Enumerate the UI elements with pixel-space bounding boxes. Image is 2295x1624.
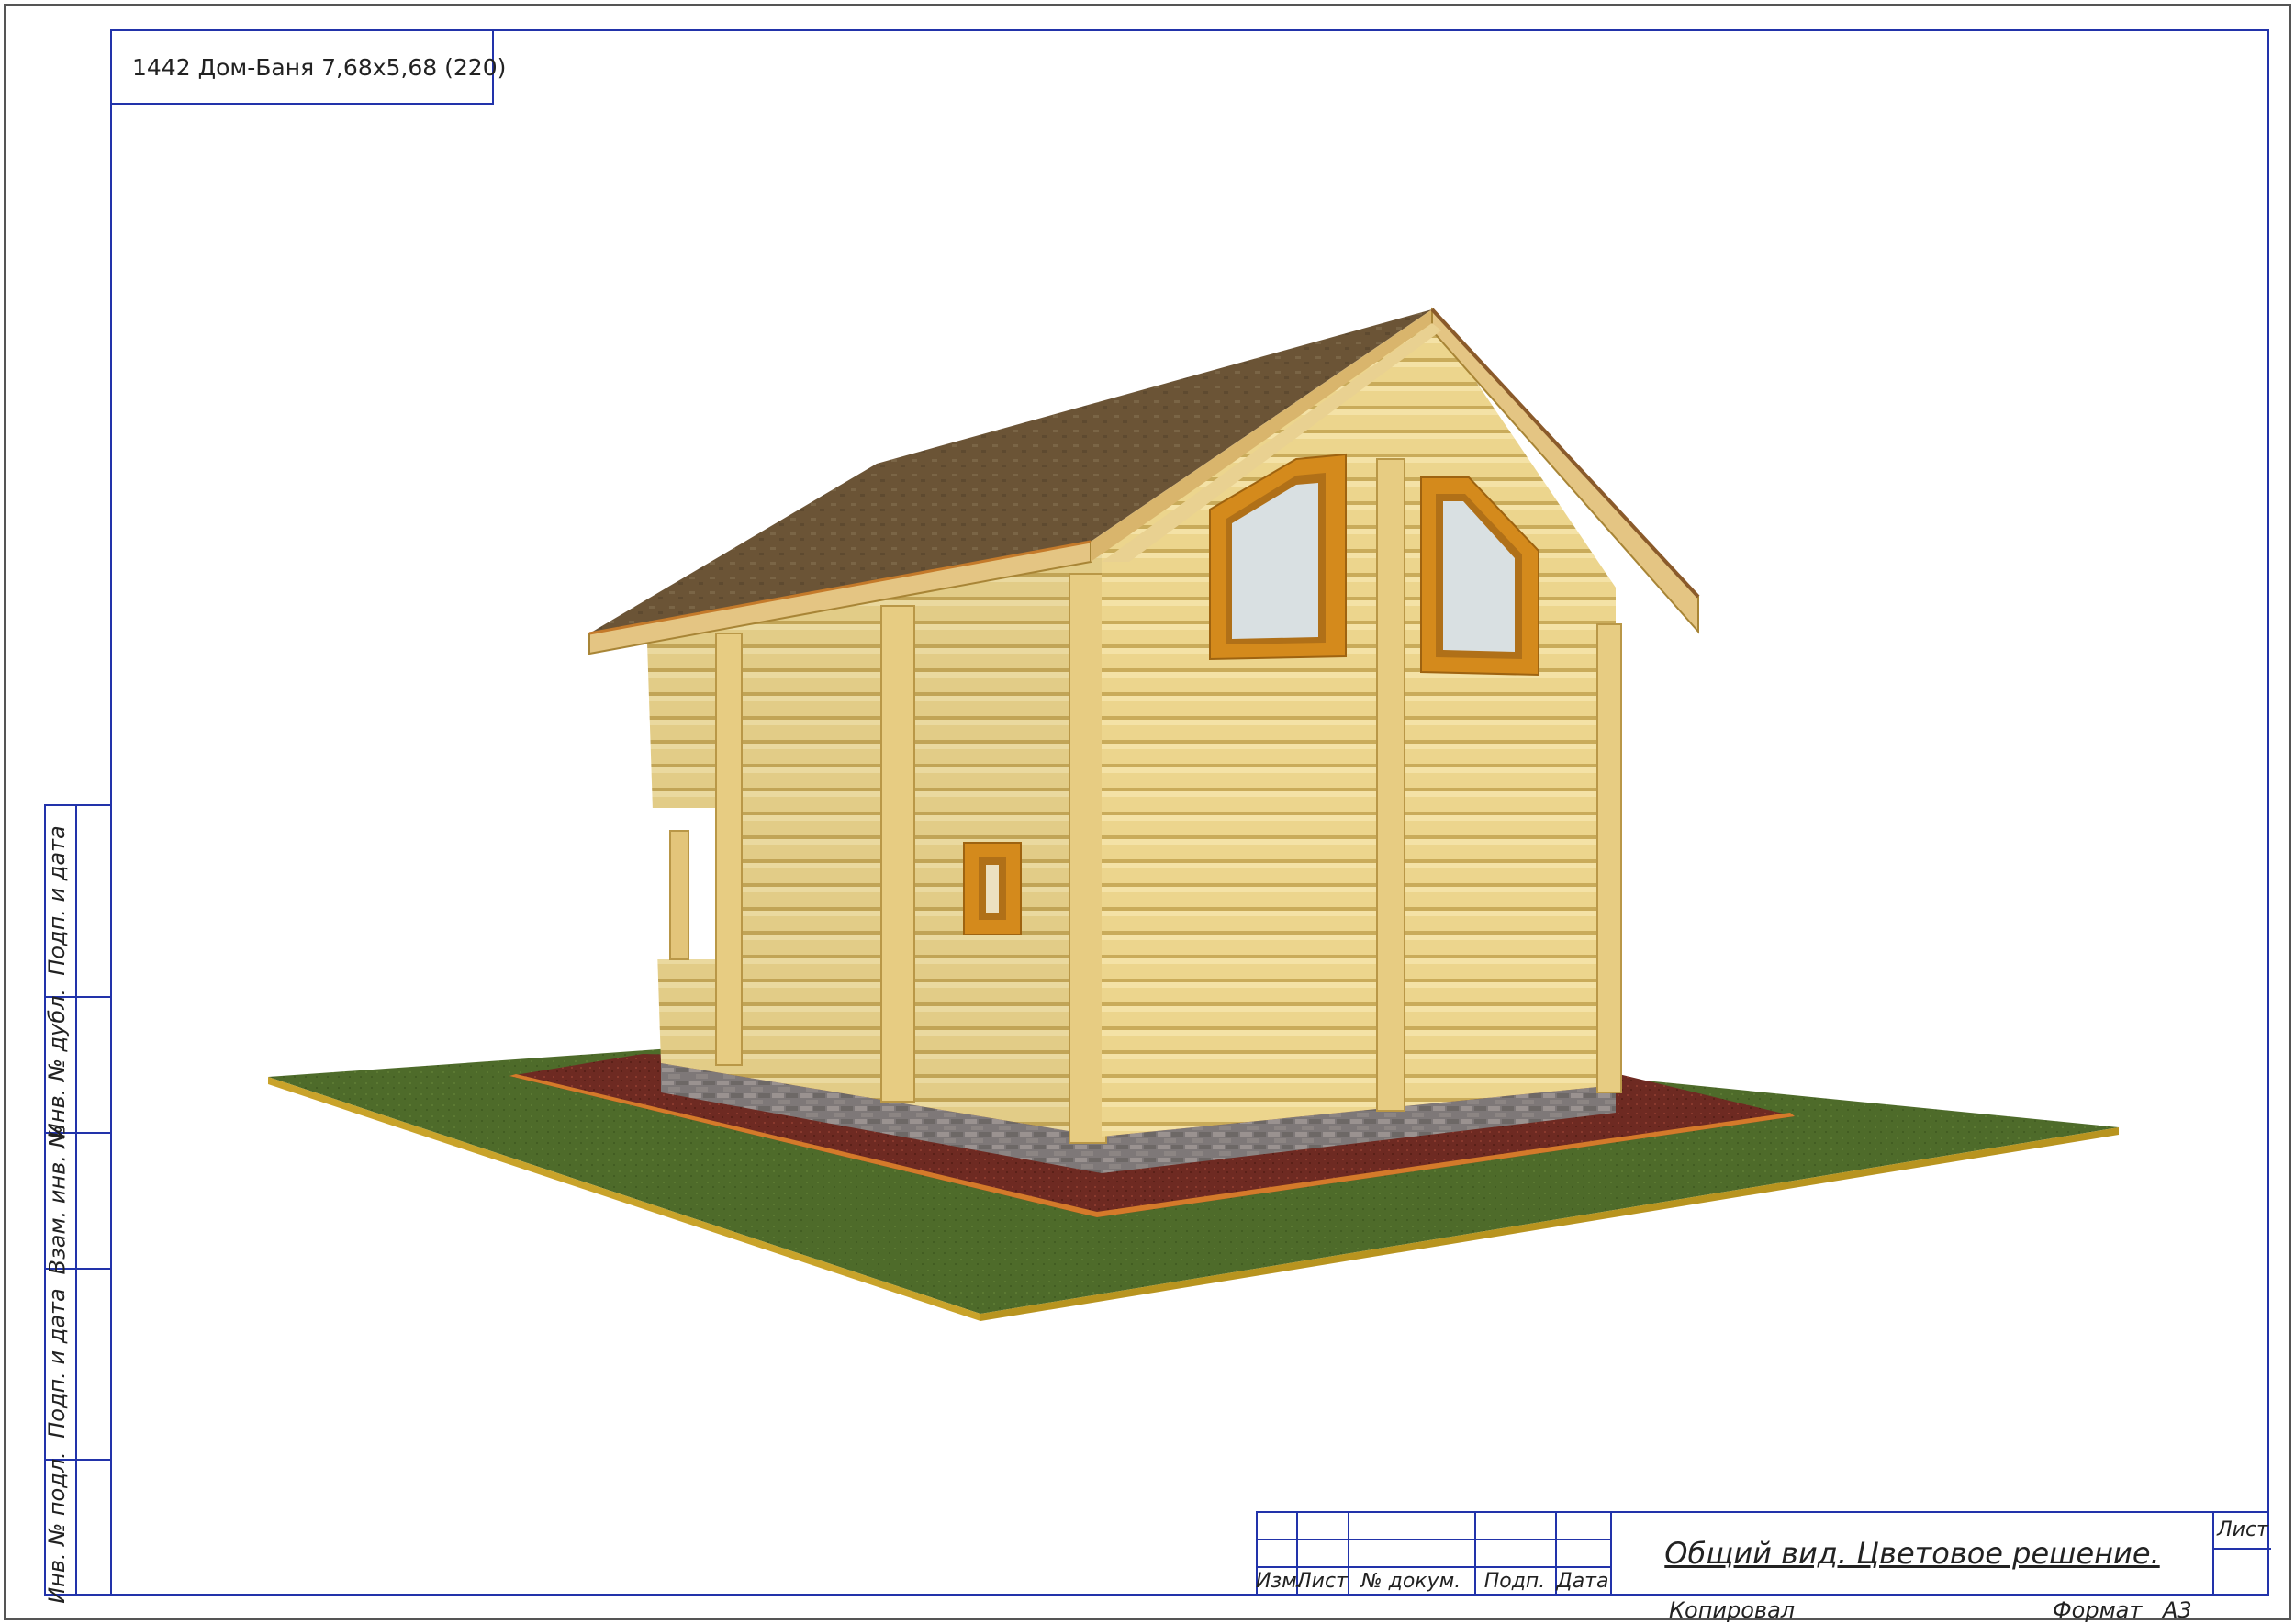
format-value: А3: [2163, 1597, 2192, 1623]
copied-label: Копировал: [1669, 1597, 1796, 1623]
col-header-date: Дата: [1556, 1570, 1609, 1593]
sheet-number-cell: Лист: [2212, 1511, 2271, 1596]
house-illustration: [268, 307, 2119, 1321]
sheet-label: Лист: [2217, 1518, 2268, 1541]
drawing-name: Общий вид. Цветовое решение.: [1612, 1511, 2212, 1596]
drawing-name-text: Общий вид. Цветовое решение.: [1664, 1536, 2160, 1571]
col-header-doc: № докум.: [1360, 1570, 1461, 1593]
col-header-izm: Изм.: [1256, 1570, 1304, 1593]
side-wall: [647, 551, 1107, 1144]
format-label: Формат: [2053, 1597, 2143, 1623]
col-header-list: Лист: [1296, 1570, 1348, 1593]
col-header-sign: Подп.: [1483, 1570, 1546, 1593]
